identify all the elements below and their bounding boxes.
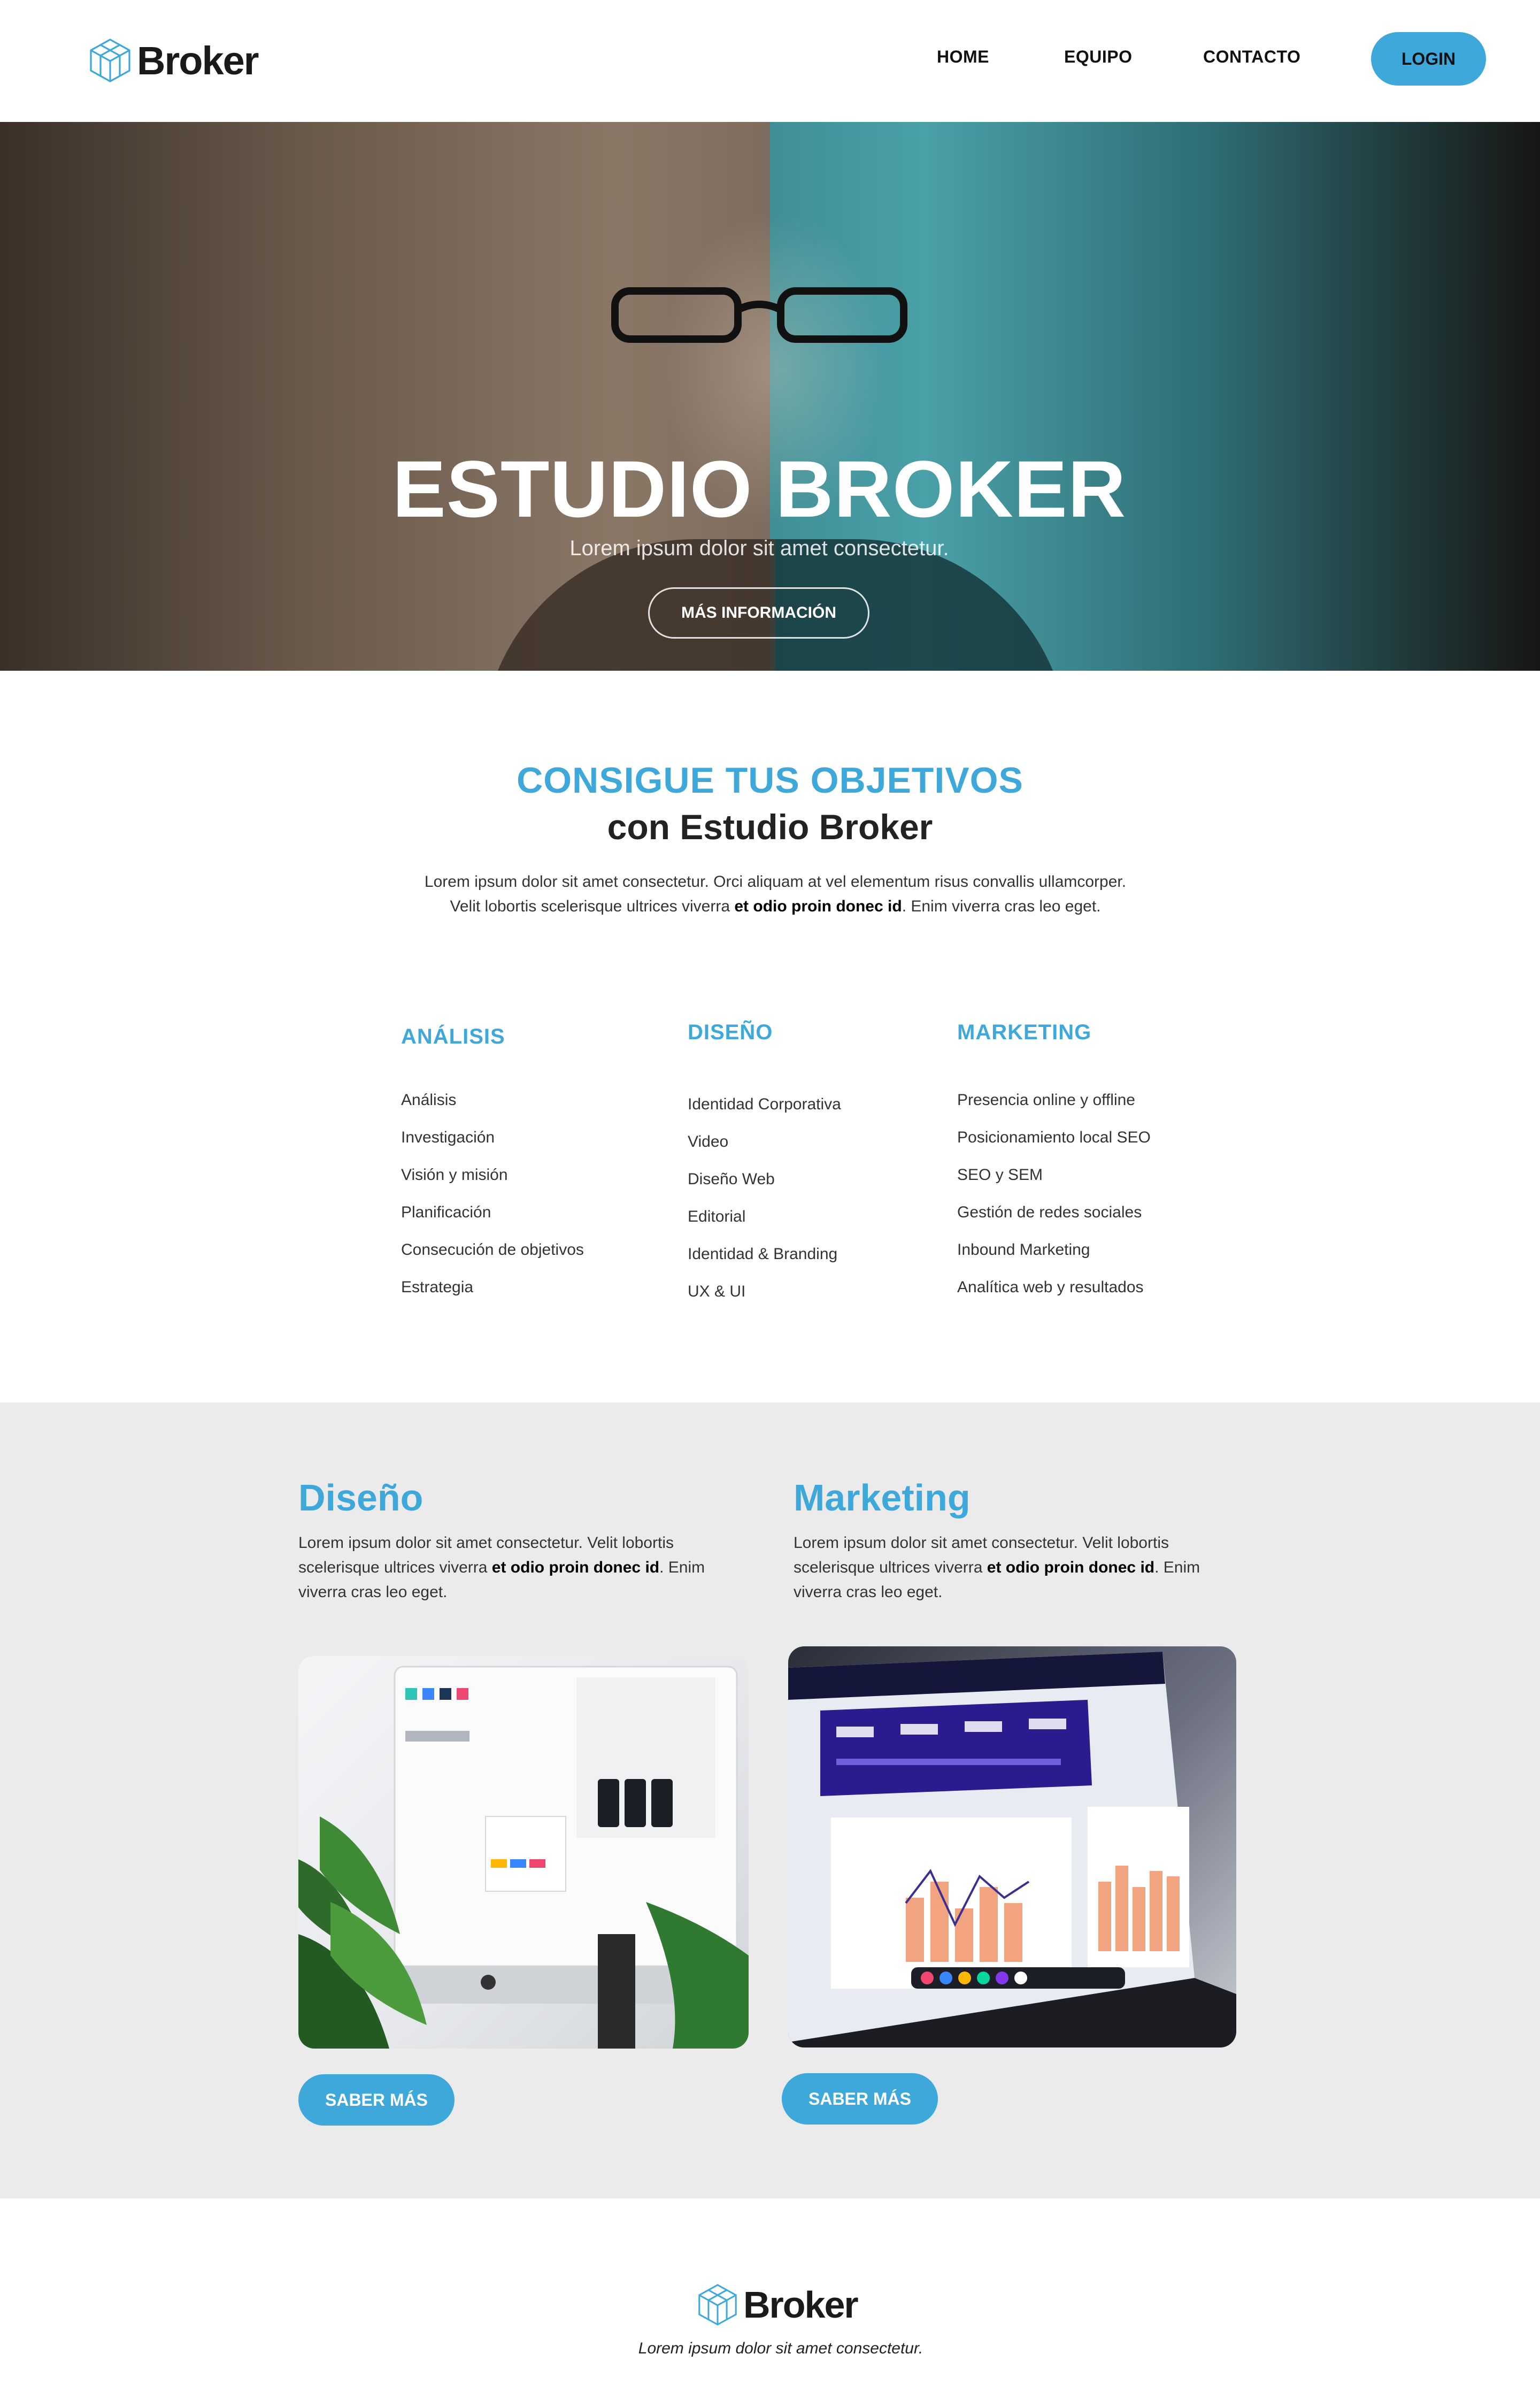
objetivos-text: Lorem ipsum dolor sit amet consectetur. … bbox=[417, 870, 1134, 919]
list-item: Gestión de redes sociales bbox=[957, 1203, 1142, 1221]
card-marketing-image bbox=[788, 1646, 1236, 2047]
card-diseno-image bbox=[298, 1656, 749, 2049]
services-analisis-list: Análisis Investigación Visión y misión P… bbox=[401, 1091, 584, 1316]
hero-title: ESTUDIO BROKER bbox=[392, 444, 1127, 534]
saber-mas-marketing-button[interactable]: SABER MÁS bbox=[782, 2073, 938, 2125]
header-logo[interactable]: Broker bbox=[89, 37, 259, 83]
list-item: Analítica web y resultados bbox=[957, 1278, 1144, 1296]
objetivos-subtitle: con Estudio Broker bbox=[607, 807, 933, 847]
card-marketing-title: Marketing bbox=[794, 1477, 971, 1519]
list-item: Identidad Corporativa bbox=[688, 1095, 841, 1113]
list-item: Consecución de objetivos bbox=[401, 1241, 584, 1259]
objetivos-title: CONSIGUE TUS OBJETIVOS bbox=[517, 760, 1023, 801]
design-workspace-illustration bbox=[298, 1666, 749, 2049]
footer-logo-text: Broker bbox=[743, 2284, 859, 2326]
objetivos-text-part: . Enim viverra cras leo eget. bbox=[902, 898, 1101, 915]
logo-text: Broker bbox=[137, 38, 259, 83]
list-item: Investigación bbox=[401, 1129, 495, 1146]
list-item: Análisis bbox=[401, 1091, 457, 1109]
list-item: Visión y misión bbox=[401, 1166, 508, 1184]
list-item: Presencia online y offline bbox=[957, 1091, 1135, 1109]
list-item: Identidad & Branding bbox=[688, 1245, 838, 1263]
card-diseno-text: Lorem ipsum dolor sit amet consectetur. … bbox=[298, 1531, 726, 1605]
card-diseno-title: Diseño bbox=[298, 1477, 424, 1519]
card-marketing-text: Lorem ipsum dolor sit amet consectetur. … bbox=[794, 1531, 1221, 1605]
services-diseno-heading: DISEÑO bbox=[688, 1021, 773, 1044]
hero-glasses-graphic bbox=[611, 287, 907, 343]
list-item: Editorial bbox=[688, 1208, 746, 1225]
login-button[interactable]: LOGIN bbox=[1371, 32, 1486, 86]
analytics-laptop-illustration bbox=[788, 1652, 1236, 2047]
nav-equipo[interactable]: EQUIPO bbox=[1064, 47, 1132, 67]
list-item: Diseño Web bbox=[688, 1170, 775, 1188]
card-text-bold: et odio proin donec id bbox=[491, 1559, 660, 1576]
services-marketing-heading: MARKETING bbox=[957, 1021, 1092, 1044]
mas-informacion-button[interactable]: MÁS INFORMACIÓN bbox=[648, 587, 869, 639]
services-analisis-heading: ANÁLISIS bbox=[401, 1025, 505, 1048]
list-item: Planificación bbox=[401, 1203, 491, 1221]
cube-logo-icon bbox=[698, 2284, 737, 2326]
objetivos-text-bold: et odio proin donec id bbox=[734, 898, 902, 915]
cube-logo-icon bbox=[90, 39, 130, 82]
hero-subtitle: Lorem ipsum dolor sit amet consectetur. bbox=[569, 536, 949, 560]
nav-home[interactable]: HOME bbox=[937, 47, 989, 67]
list-item: Estrategia bbox=[401, 1278, 474, 1296]
footer-tagline: Lorem ipsum dolor sit amet consectetur. bbox=[638, 2340, 923, 2357]
services-diseno-list: Identidad Corporativa Video Diseño Web E… bbox=[688, 1095, 841, 1320]
list-item: Posicionamiento local SEO bbox=[957, 1129, 1151, 1146]
footer-logo[interactable]: Broker bbox=[697, 2283, 859, 2327]
card-text-bold: et odio proin donec id bbox=[987, 1559, 1155, 1576]
nav-contacto[interactable]: CONTACTO bbox=[1203, 47, 1300, 67]
services-cards-section bbox=[0, 1402, 1540, 2198]
saber-mas-diseno-button[interactable]: SABER MÁS bbox=[298, 2074, 455, 2126]
list-item: Video bbox=[688, 1133, 729, 1151]
hero-banner: ESTUDIO BROKER Lorem ipsum dolor sit ame… bbox=[0, 122, 1540, 671]
list-item: Inbound Marketing bbox=[957, 1241, 1090, 1259]
services-marketing-list: Presencia online y offline Posicionamien… bbox=[957, 1091, 1151, 1316]
site-header: Broker HOME EQUIPO CONTACTO LOGIN bbox=[0, 0, 1540, 122]
list-item: UX & UI bbox=[688, 1283, 746, 1300]
list-item: SEO y SEM bbox=[957, 1166, 1043, 1184]
